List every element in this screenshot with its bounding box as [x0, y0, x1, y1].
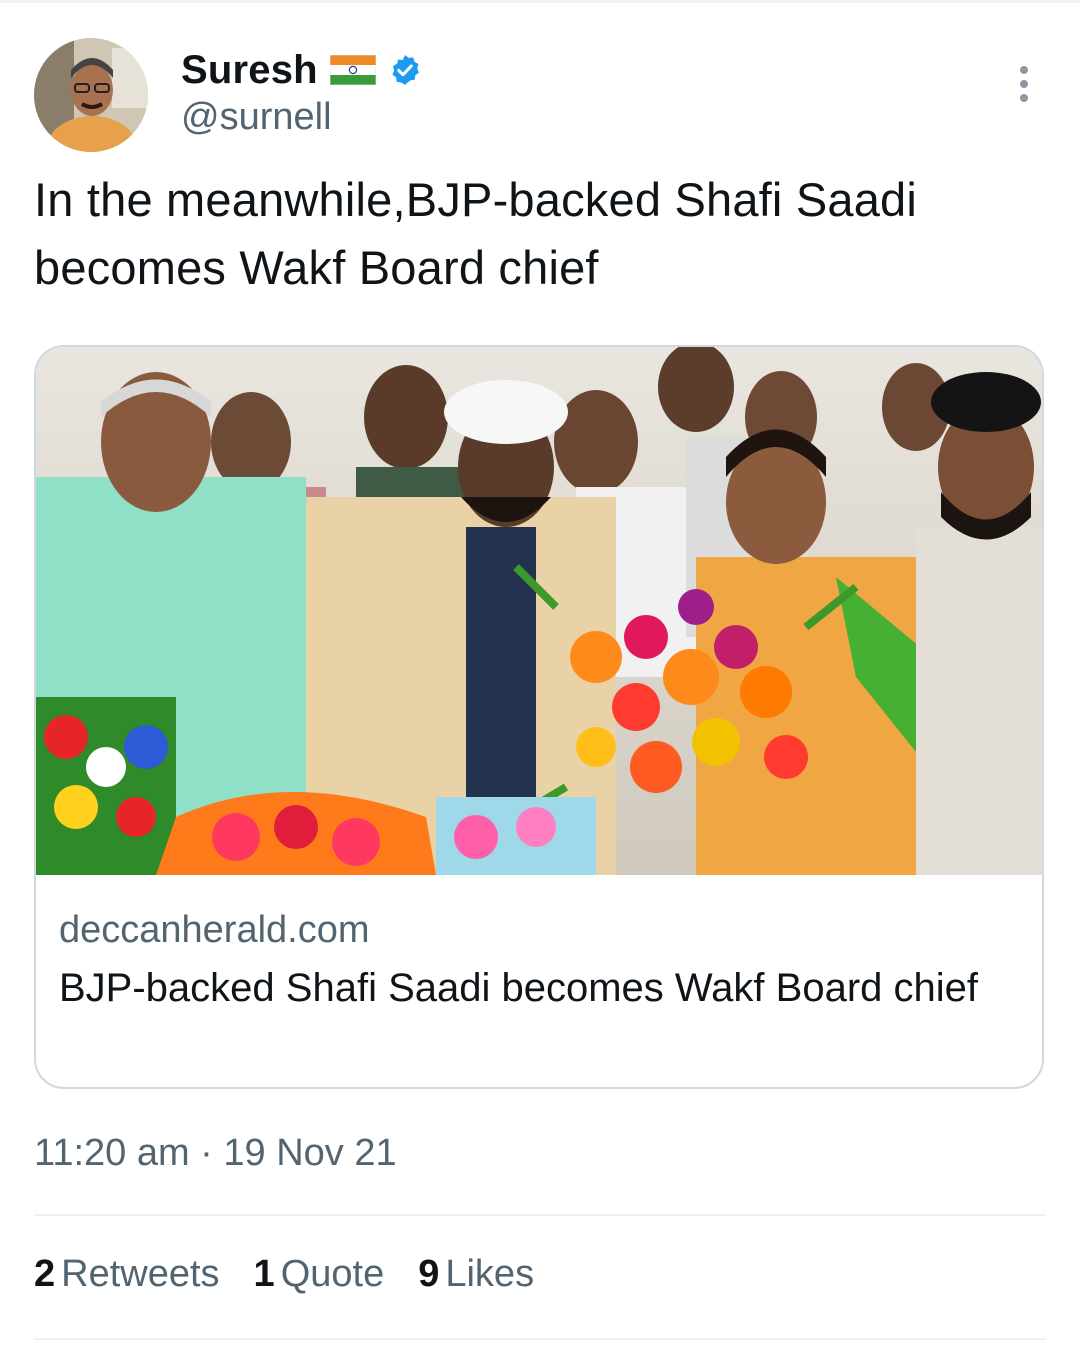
link-preview-card[interactable]: deccanherald.com BJP-backed Shafi Saadi … [34, 345, 1044, 1089]
retweets-stat[interactable]: 2 Retweets [34, 1253, 220, 1309]
retweets-count: 2 [34, 1253, 56, 1295]
retweets-label: Retweets [61, 1253, 220, 1295]
author-avatar[interactable] [34, 38, 148, 152]
quotes-count: 1 [253, 1253, 275, 1295]
author-handle[interactable]: @surnell [181, 96, 332, 139]
likes-count: 9 [418, 1253, 440, 1295]
quotes-label: Quote [280, 1253, 385, 1295]
india-flag-icon [329, 54, 377, 86]
top-divider [0, 0, 1080, 3]
stats-bottom-divider [34, 1338, 1046, 1340]
stats-top-divider [34, 1214, 1046, 1216]
likes-label: Likes [445, 1253, 535, 1295]
link-preview-image[interactable] [36, 347, 1042, 875]
verified-badge-icon [388, 53, 422, 87]
tweet-timestamp[interactable]: 11:20 am · 19 Nov 21 [34, 1132, 397, 1175]
tweet-text: In the meanwhile,BJP-backed Shafi Saadi … [34, 173, 918, 294]
link-preview-domain: deccanherald.com [59, 909, 370, 951]
tweet-stats: 2 Retweets 1 Quote 9 Likes [34, 1253, 534, 1309]
quotes-stat[interactable]: 1 Quote [254, 1253, 385, 1309]
likes-stat[interactable]: 9 Likes [418, 1253, 534, 1309]
more-options-icon[interactable] [1004, 62, 1044, 106]
link-preview-title: BJP-backed Shafi Saadi becomes Wakf Boar… [59, 966, 978, 1010]
author-name[interactable]: Suresh [181, 48, 318, 93]
